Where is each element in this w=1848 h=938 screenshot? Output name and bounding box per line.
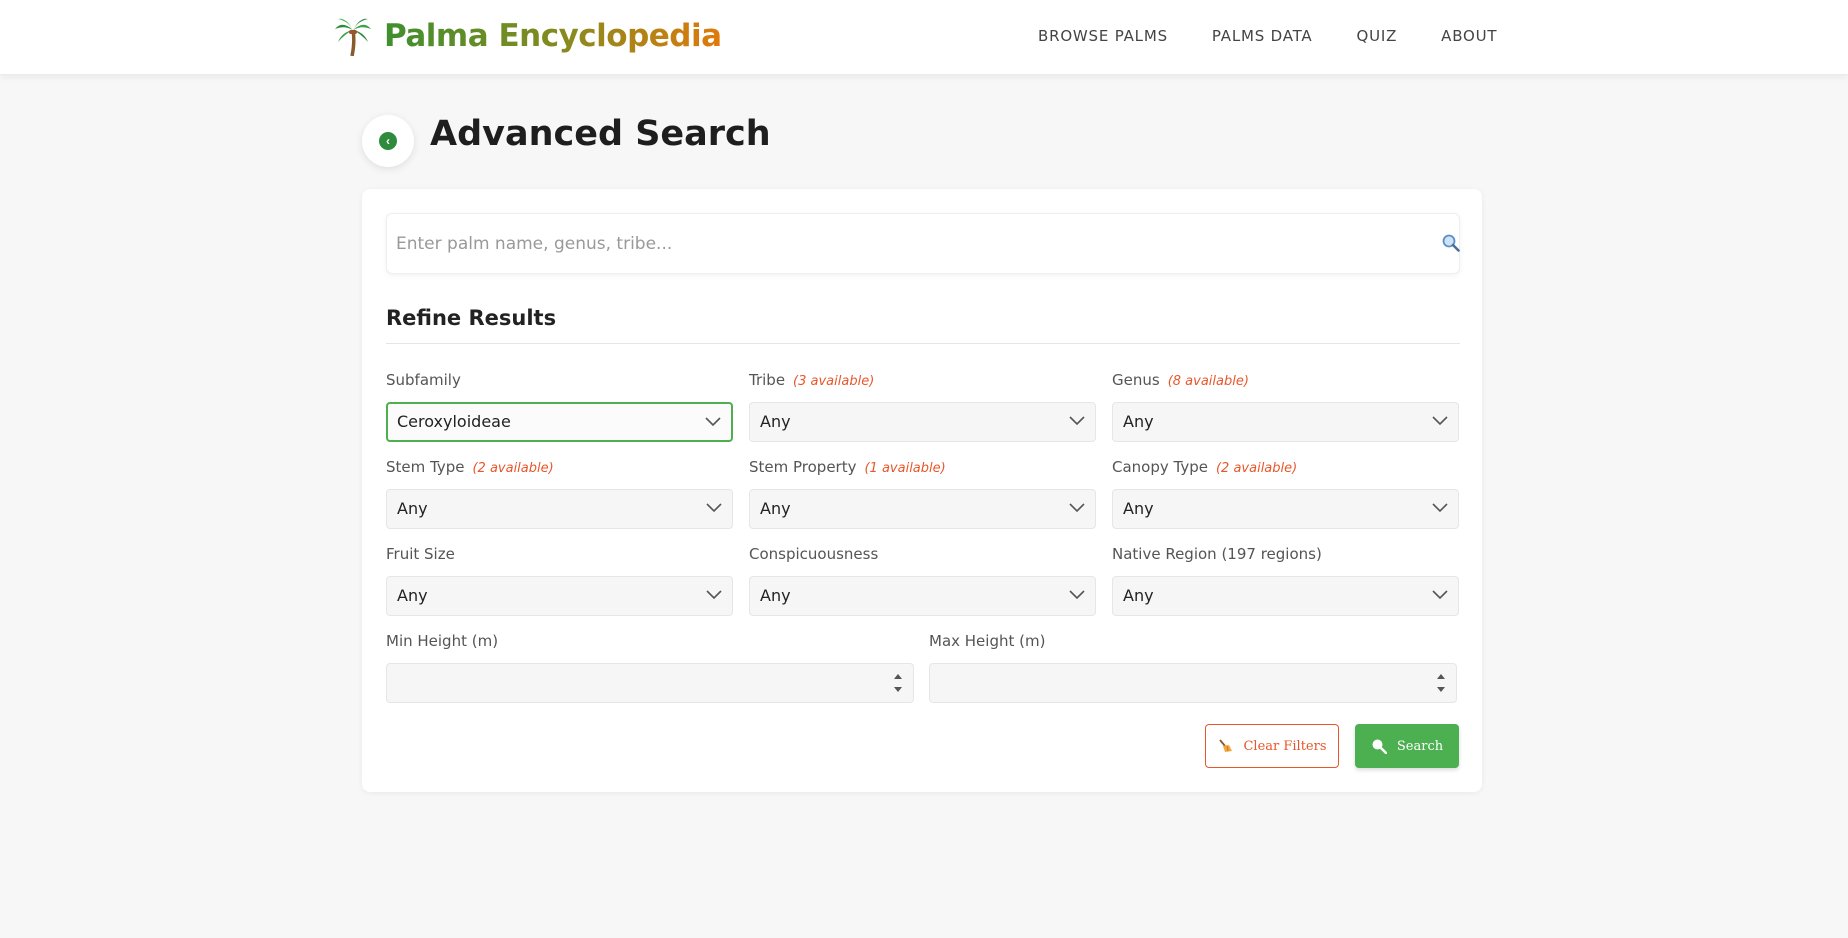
min-height-label: Min Height (m) <box>386 632 499 650</box>
chevron-down-icon <box>1432 503 1448 513</box>
stem-type-available-count: (2 available) <box>472 461 554 476</box>
subfamily-select[interactable]: Ceroxyloideae <box>386 402 733 442</box>
clear-filters-label: Clear Filters <box>1243 738 1327 754</box>
palm-tree-icon <box>335 18 371 56</box>
canopy-type-label: Canopy Type <box>1112 458 1208 476</box>
stem-type-label: Stem Type <box>386 458 465 476</box>
search-input[interactable] <box>387 214 1387 273</box>
search-button[interactable]: Search <box>1355 724 1459 768</box>
native-region-label: Native Region (197 regions) <box>1112 545 1322 563</box>
nav-palms-data[interactable]: PALMS DATA <box>1212 27 1313 45</box>
stem-property-field: Stem Property (1 available) Any <box>749 457 1096 529</box>
native-region-value: Any <box>1123 586 1154 605</box>
conspicuousness-value: Any <box>760 586 791 605</box>
page-title: Advanced Search <box>430 114 771 154</box>
fruit-size-label: Fruit Size <box>386 545 455 563</box>
subfamily-label: Subfamily <box>386 371 461 389</box>
canopy-type-value: Any <box>1123 499 1154 518</box>
chevron-down-icon <box>1069 416 1085 426</box>
chevron-down-icon <box>706 590 722 600</box>
nav-quiz[interactable]: QUIZ <box>1356 27 1397 45</box>
chevron-left-icon: ‹ <box>379 132 397 150</box>
refine-results-heading: Refine Results <box>386 306 557 330</box>
canopy-type-available-count: (2 available) <box>1215 461 1298 476</box>
stem-type-value: Any <box>397 499 428 518</box>
min-height-field: Min Height (m) <box>386 631 914 703</box>
stem-type-field: Stem Type (2 available) Any <box>386 457 733 529</box>
nav-browse-palms[interactable]: BROWSE PALMS <box>1038 27 1168 45</box>
genus-label: Genus <box>1112 371 1160 389</box>
main-nav: BROWSE PALMS PALMS DATA QUIZ ABOUT <box>1038 27 1497 45</box>
search-icon[interactable] <box>1442 234 1460 252</box>
chevron-down-icon <box>1432 416 1448 426</box>
stem-type-select[interactable]: Any <box>386 489 733 529</box>
search-box <box>386 213 1460 274</box>
clear-filters-button[interactable]: Clear Filters <box>1205 724 1339 768</box>
subfamily-value: Ceroxyloideae <box>397 412 511 431</box>
brand-title[interactable]: Palma Encyclopedia <box>384 18 722 54</box>
chevron-down-icon <box>1432 590 1448 600</box>
tribe-select[interactable]: Any <box>749 402 1096 442</box>
divider <box>386 343 1460 344</box>
min-height-input[interactable] <box>386 663 914 703</box>
fruit-size-field: Fruit Size Any <box>386 544 733 616</box>
stem-property-available-count: (1 available) <box>864 461 946 476</box>
conspicuousness-label: Conspicuousness <box>749 545 879 563</box>
search-card: Refine Results Subfamily Ceroxyloideae T… <box>362 189 1482 792</box>
max-height-field: Max Height (m) <box>929 631 1457 703</box>
canopy-type-select[interactable]: Any <box>1112 489 1459 529</box>
chevron-down-icon <box>705 417 721 427</box>
genus-field: Genus (8 available) Any <box>1112 370 1459 442</box>
tribe-label: Tribe <box>749 371 786 389</box>
top-nav-bar: Palma Encyclopedia BROWSE PALMS PALMS DA… <box>0 0 1848 75</box>
stem-property-label: Stem Property <box>749 458 857 476</box>
tribe-value: Any <box>760 412 791 431</box>
tribe-available-count: (3 available) <box>793 374 875 389</box>
brand-logo[interactable]: Palma Encyclopedia <box>334 16 722 56</box>
conspicuousness-select[interactable]: Any <box>749 576 1096 616</box>
genus-available-count: (8 available) <box>1167 374 1249 389</box>
chevron-down-icon <box>1069 590 1085 600</box>
stem-property-select[interactable]: Any <box>749 489 1096 529</box>
tribe-field: Tribe (3 available) Any <box>749 370 1096 442</box>
number-spinner-icon[interactable] <box>1436 671 1446 695</box>
canopy-type-field: Canopy Type (2 available) Any <box>1112 457 1459 529</box>
chevron-down-icon <box>706 503 722 513</box>
broom-icon <box>1219 739 1233 752</box>
search-label: Search <box>1396 738 1444 754</box>
fruit-size-select[interactable]: Any <box>386 576 733 616</box>
fruit-size-value: Any <box>397 586 428 605</box>
genus-value: Any <box>1123 412 1154 431</box>
nav-about[interactable]: ABOUT <box>1441 27 1497 45</box>
number-spinner-icon[interactable] <box>893 671 903 695</box>
genus-select[interactable]: Any <box>1112 402 1459 442</box>
magnifier-icon <box>1372 739 1387 754</box>
stem-property-value: Any <box>760 499 791 518</box>
native-region-field: Native Region (197 regions) Any <box>1112 544 1459 616</box>
chevron-down-icon <box>1069 503 1085 513</box>
native-region-select[interactable]: Any <box>1112 576 1459 616</box>
subfamily-field: Subfamily Ceroxyloideae <box>386 370 733 442</box>
max-height-label: Max Height (m) <box>929 632 1046 650</box>
back-button[interactable]: ‹ <box>362 115 414 167</box>
max-height-input[interactable] <box>929 663 1457 703</box>
conspicuousness-field: Conspicuousness Any <box>749 544 1096 616</box>
